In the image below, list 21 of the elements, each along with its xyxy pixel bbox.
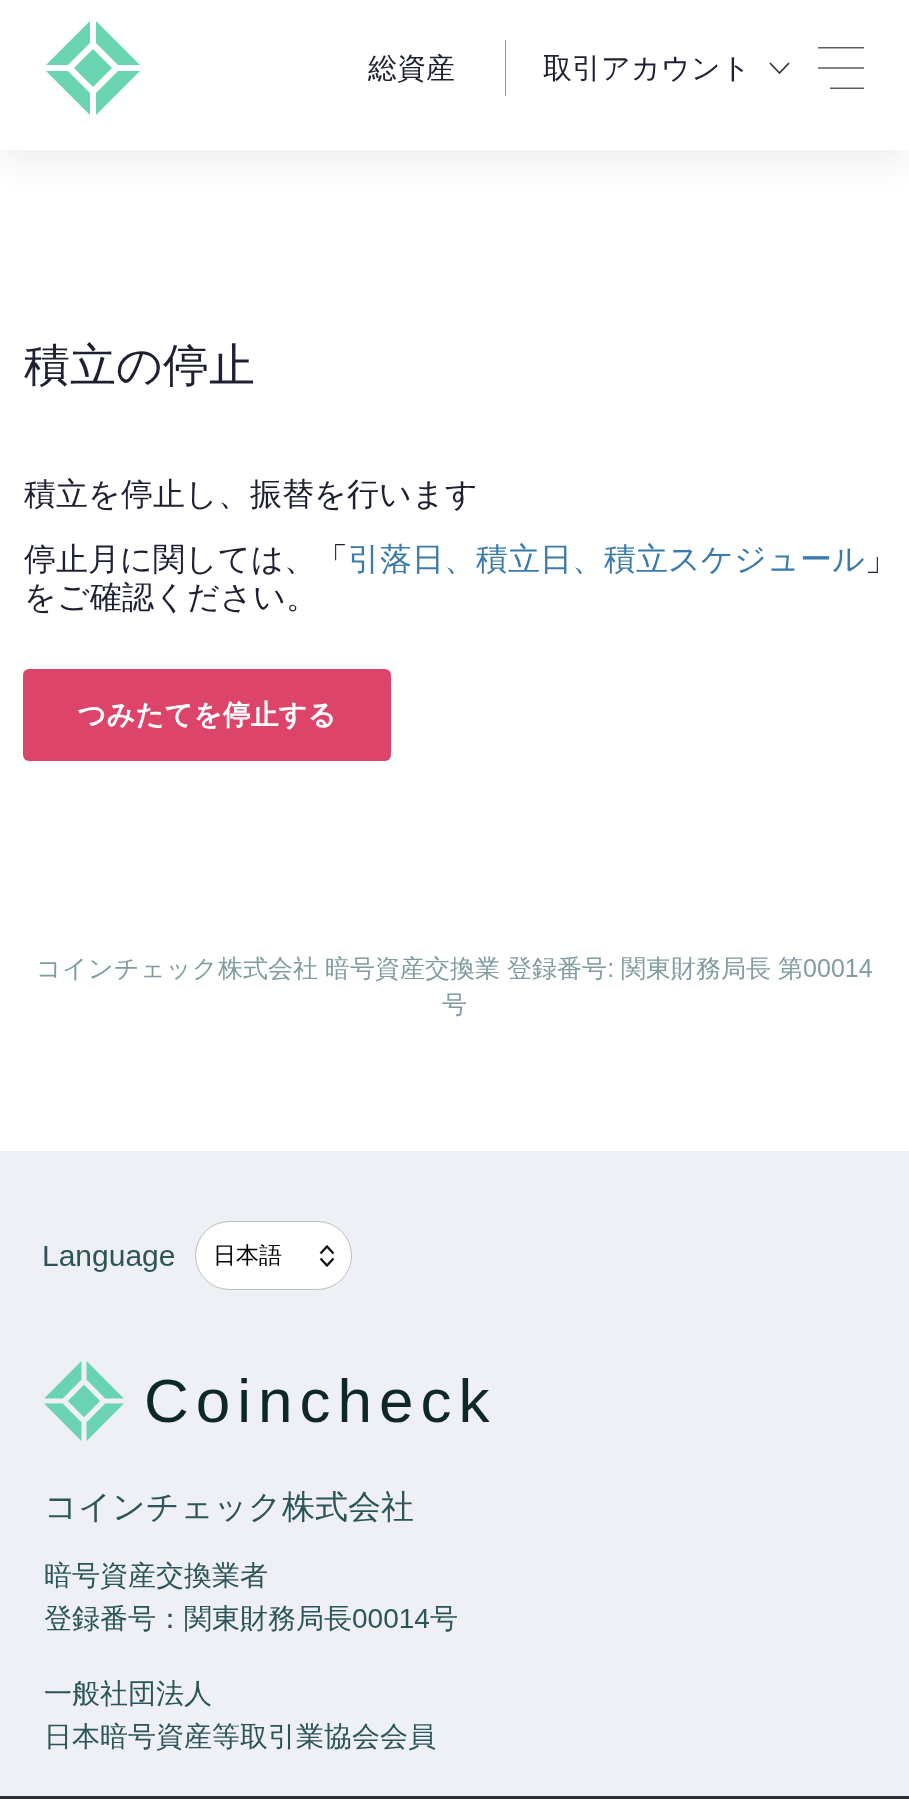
company-name: コインチェック株式会社 (44, 1487, 415, 1527)
nav-link[interactable]: 総資産 (367, 50, 455, 86)
registration-text: コインチェック株式会社 暗号資産交換業 登録番号: 関東財務局長 第00014号 (35, 953, 874, 1020)
description-text: 積立を停止し、振替を行います (24, 475, 479, 513)
diamond-logo-icon (44, 1361, 124, 1441)
schedule-link[interactable]: 引落日、積立日、積立スケジュール (348, 541, 865, 577)
company-info-text: 日本暗号資産等取引業協会会員 (44, 1720, 437, 1754)
chevron-up-down-icon (319, 1244, 336, 1267)
company-info-text: 登録番号：関東財務局長00014号 (44, 1602, 459, 1636)
language-label: Language (42, 1237, 176, 1274)
brand-name: Coincheck (144, 1366, 497, 1436)
page-title: 積立の停止 (24, 338, 256, 393)
company-info-text: 一般社団法人 (44, 1677, 213, 1711)
company-info-text: 暗号資産交換業者 (44, 1559, 269, 1593)
note-text: 停止月に関しては、「引落日、積立日、積立スケジュール」をご確認ください。 (24, 540, 897, 616)
diamond-logo-icon (46, 21, 140, 115)
chevron-down-icon (769, 62, 790, 74)
menu-icon[interactable] (818, 47, 864, 89)
language-select[interactable]: 日本語 (195, 1221, 353, 1290)
account-dropdown[interactable]: 取引アカウント (543, 50, 790, 86)
stop-button[interactable]: つみたてを停止する (23, 669, 391, 761)
